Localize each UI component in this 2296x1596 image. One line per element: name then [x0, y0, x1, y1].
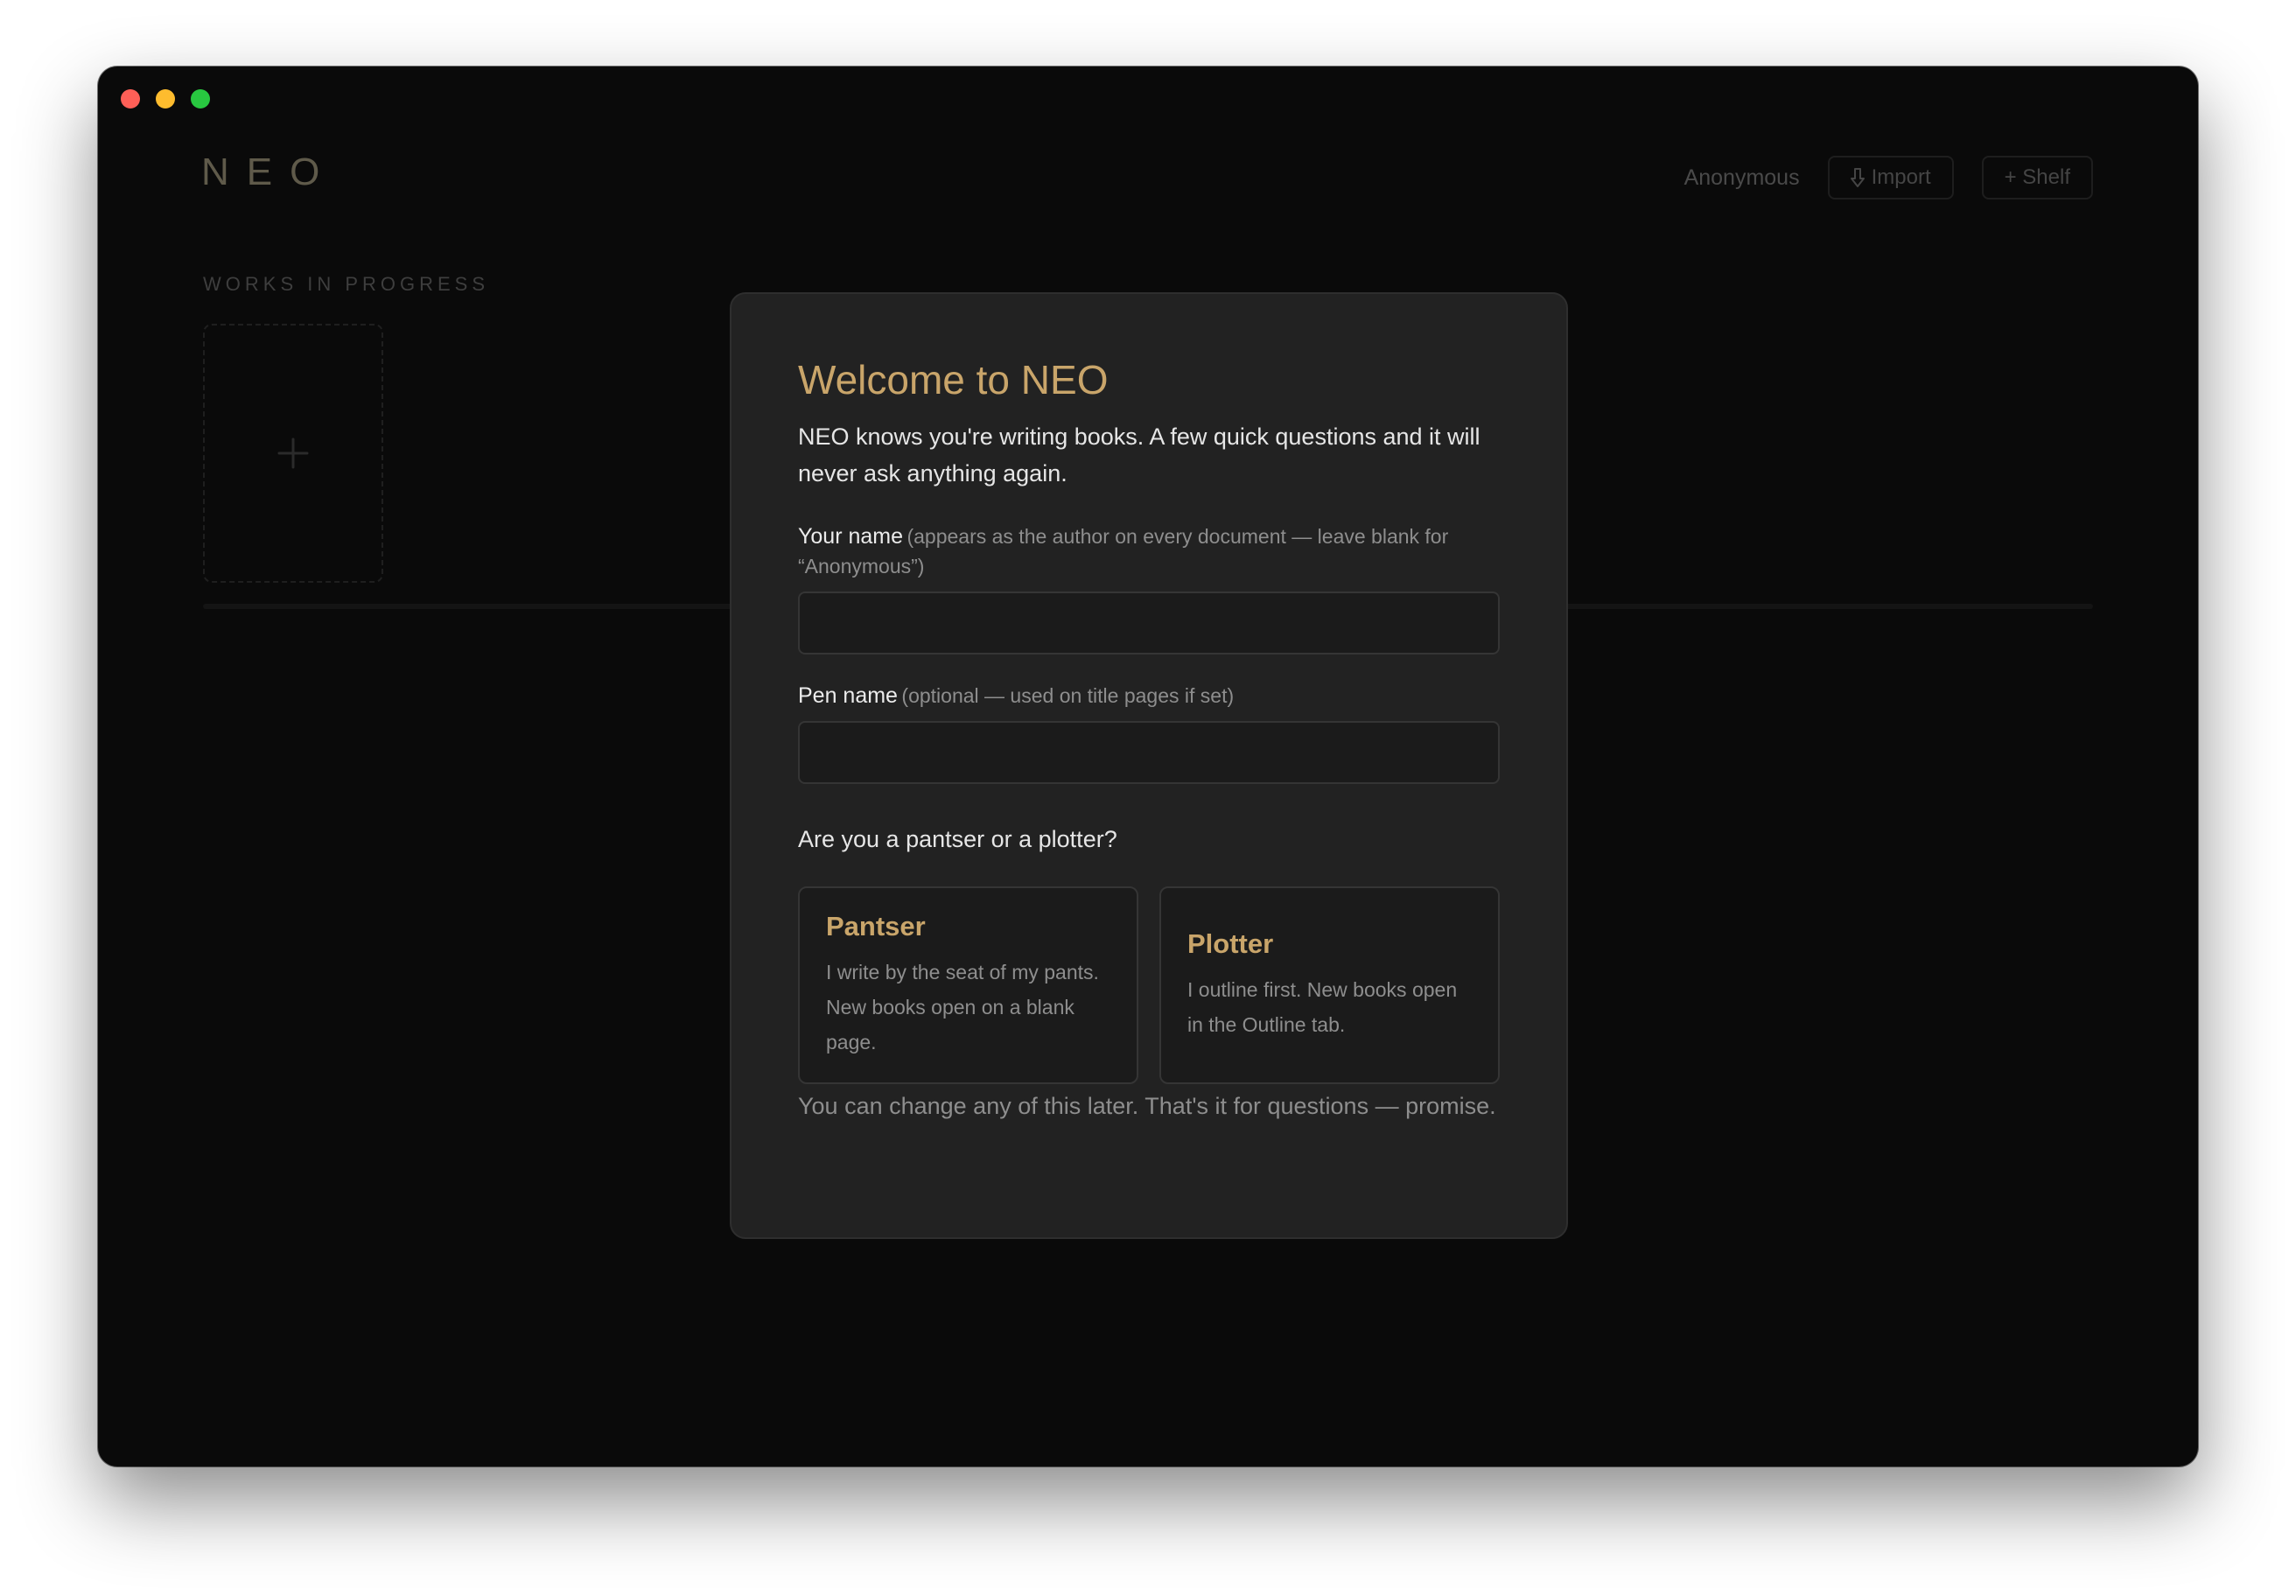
- pen-name-field-label: Pen name (optional — used on title pages…: [798, 682, 1500, 712]
- writing-style-options: Pantser I write by the seat of my pants.…: [798, 886, 1500, 1084]
- close-window-button[interactable]: [121, 89, 140, 108]
- pantser-description: I write by the seat of my pants. New boo…: [826, 961, 1099, 1054]
- zoom-window-button[interactable]: [191, 89, 210, 108]
- add-shelf-button[interactable]: + Shelf: [1981, 156, 2093, 200]
- section-heading: WORKS IN PROGRESS: [203, 273, 490, 295]
- name-input[interactable]: [798, 592, 1500, 654]
- download-arrow-icon: [1850, 168, 1865, 187]
- plotter-option[interactable]: Plotter I outline first. New books open …: [1159, 886, 1500, 1084]
- add-shelf-label: + Shelf: [2004, 165, 2070, 189]
- header-actions: Anonymous Import + Shelf: [1684, 156, 2093, 200]
- new-book-card[interactable]: [203, 324, 383, 583]
- writing-style-question: Are you a pantser or a plotter?: [798, 826, 1117, 852]
- import-label: Import: [1871, 165, 1931, 189]
- pantser-title: Pantser: [826, 911, 926, 942]
- welcome-dialog: Welcome to NEO NEO knows you're writing …: [730, 292, 1568, 1239]
- plus-icon: [277, 438, 309, 469]
- name-field-label: Your name (appears as the author on ever…: [798, 523, 1500, 583]
- dialog-intro: NEO knows you're writing books. A few qu…: [798, 424, 1480, 486]
- plotter-title: Plotter: [1187, 928, 1274, 959]
- plotter-description: I outline first. New books open in the O…: [1187, 978, 1458, 1036]
- user-name[interactable]: Anonymous: [1684, 165, 1800, 191]
- pen-name-label: Pen name: [798, 683, 898, 708]
- minimize-window-button[interactable]: [156, 89, 175, 108]
- import-button[interactable]: Import: [1827, 156, 1954, 200]
- dialog-footnote: You can change any of this later. That's…: [798, 1093, 1496, 1119]
- pen-name-hint: (optional — used on title pages if set): [901, 684, 1235, 707]
- name-label: Your name: [798, 524, 903, 549]
- pen-name-input[interactable]: [798, 721, 1500, 784]
- dialog-title: Welcome to NEO: [798, 357, 1109, 402]
- app-logo: NEO: [201, 150, 338, 193]
- pantser-option[interactable]: Pantser I write by the seat of my pants.…: [798, 886, 1138, 1084]
- app-window: NEO Anonymous Import + Shelf WORKS IN PR…: [98, 66, 2198, 1466]
- window-controls: [121, 89, 210, 108]
